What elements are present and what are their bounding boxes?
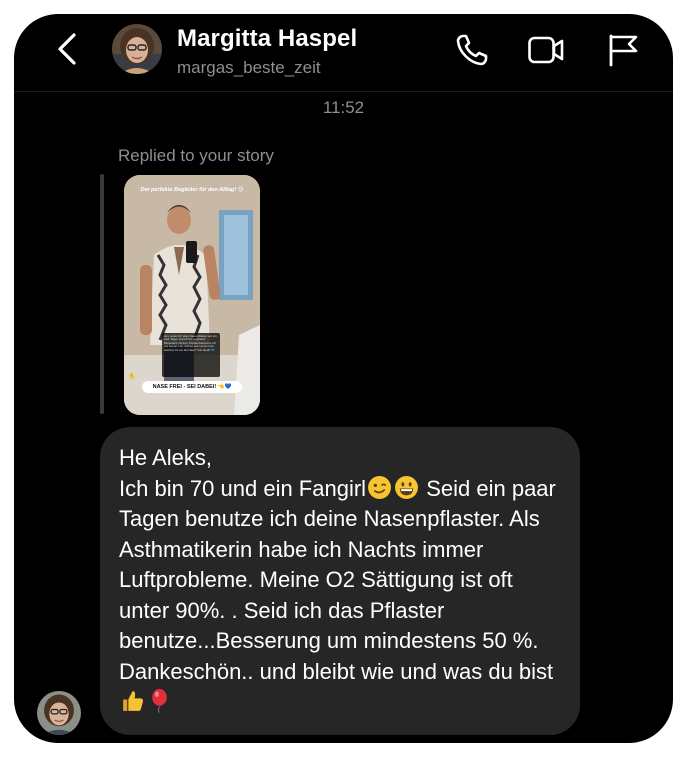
contact-name[interactable]: Margitta Haspel	[177, 25, 357, 53]
reply-indicator-bar	[100, 174, 104, 414]
story-reply-label: Replied to your story	[118, 146, 274, 165]
message-body: Ich bin 70 und ein Fangirl Seid ein paar…	[119, 474, 562, 718]
story-caption: Der perfekte Begleiter für den Alltag! 😊	[140, 187, 244, 193]
flag-icon[interactable]	[604, 32, 642, 68]
contact-username[interactable]: margas_beste_zeit	[177, 58, 321, 78]
winking-face-icon	[368, 475, 392, 499]
sender-avatar[interactable]	[37, 691, 81, 735]
thumbs-up-icon	[123, 691, 144, 711]
message-greeting: He Aleks,	[119, 445, 212, 470]
message-timestamp: 11:52	[322, 98, 365, 117]
phone-icon[interactable]	[454, 32, 492, 68]
story-text-overlay: Hey Leute! Ich teste Nasenpflaster seit …	[162, 333, 220, 377]
video-camera-icon[interactable]	[527, 32, 565, 68]
dm-screen: Margitta Haspel margas_beste_zeit 11:52 …	[14, 14, 673, 743]
grinning-face-icon	[395, 475, 419, 499]
chevron-left-icon[interactable]	[52, 32, 86, 66]
message-line: paar Tagen benutze ich deine Nasenpflast…	[119, 475, 556, 684]
svg-text:✋: ✋	[128, 372, 135, 380]
message-line: Ich bin 70 und ein Fangirl	[119, 475, 367, 501]
message-line: Seid ein	[426, 475, 506, 501]
avatar[interactable]	[112, 24, 162, 74]
story-preview[interactable]: ✋ Der perfekte Begleiter für den Alltag!…	[124, 175, 260, 415]
balloon-icon	[152, 689, 167, 713]
story-photo: ✋	[124, 175, 260, 415]
story-link-sticker: NASE FREI - SEI DABEI! 👈💙	[142, 381, 242, 393]
message-text: He Aleks, Ich bin 70 und ein Fangirl Sei…	[119, 443, 562, 718]
message-bubble[interactable]: He Aleks, Ich bin 70 und ein Fangirl Sei…	[100, 427, 580, 735]
conversation-header: Margitta Haspel margas_beste_zeit	[14, 14, 673, 92]
